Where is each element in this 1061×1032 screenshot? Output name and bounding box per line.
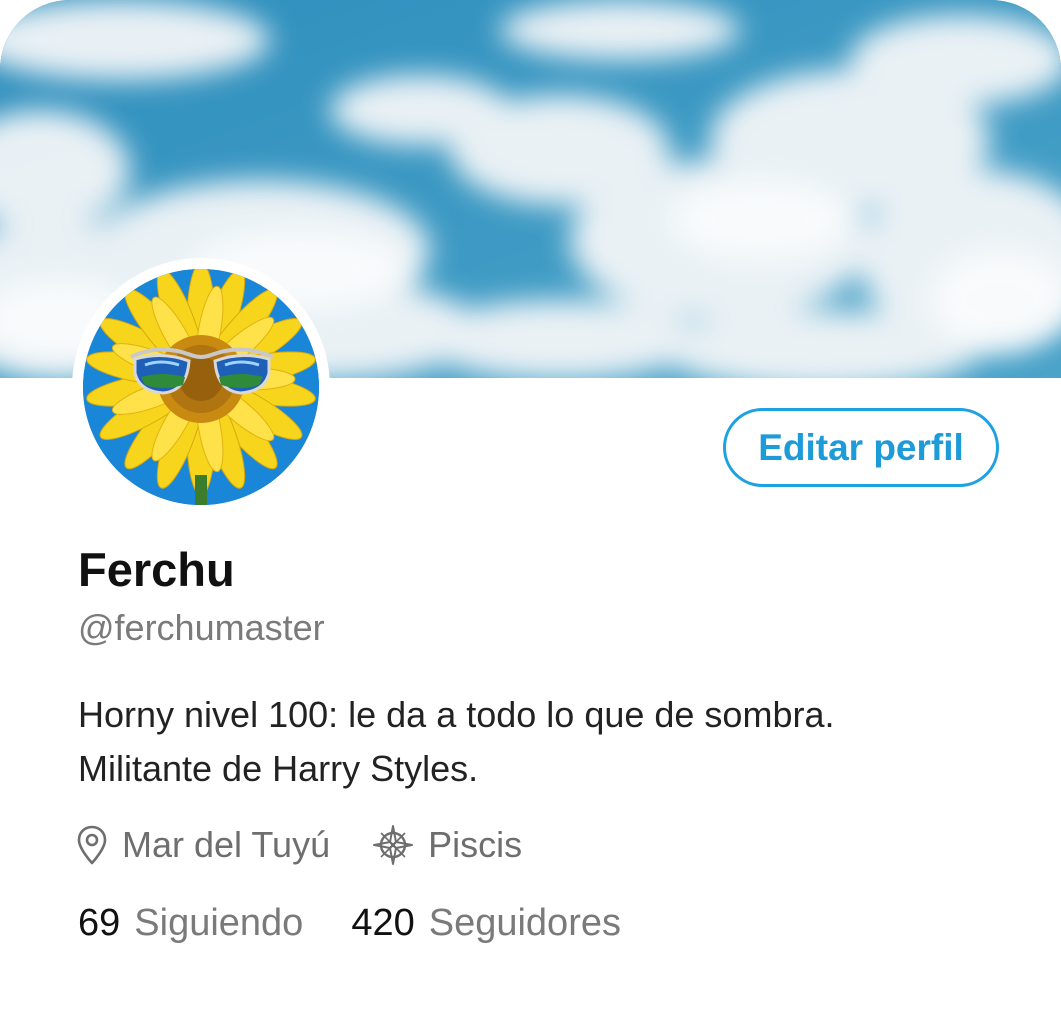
profile-meta: Mar del Tuyú Piscis: [76, 820, 522, 870]
followers-label: Seguidores: [428, 902, 621, 944]
sign-text: Piscis: [428, 824, 523, 865]
edit-profile-button[interactable]: Editar perfil: [723, 408, 999, 487]
followers-link[interactable]: 420 Seguidores: [351, 902, 621, 945]
following-link[interactable]: 69 Siguiendo: [78, 902, 303, 945]
location-text: Mar del Tuyú: [122, 824, 331, 865]
compass-icon: [372, 824, 414, 866]
avatar[interactable]: [72, 258, 330, 516]
followers-count: 420: [351, 902, 415, 944]
sign-item: Piscis: [372, 824, 522, 866]
avatar-image: [83, 269, 319, 505]
bio-line: Militante de Harry Styles.: [78, 748, 479, 789]
sunflower-sunglasses-image: [83, 269, 319, 505]
location-item: Mar del Tuyú: [76, 824, 330, 866]
following-label: Siguiendo: [134, 902, 304, 944]
following-count: 69: [78, 902, 121, 944]
username-handle: @ferchumaster: [78, 607, 325, 648]
display-name: Ferchu: [78, 543, 235, 596]
profile-stats: 69 Siguiendo 420 Seguidores: [78, 902, 621, 945]
profile-bio: Horny nivel 100: le da a todo lo que de …: [78, 688, 1018, 796]
profile-card: Editar perfil Ferchu @ferchumaster Horny…: [0, 0, 1061, 1032]
bio-line: Horny nivel 100: le da a todo lo que de …: [78, 694, 835, 735]
map-pin-icon: [76, 824, 108, 866]
